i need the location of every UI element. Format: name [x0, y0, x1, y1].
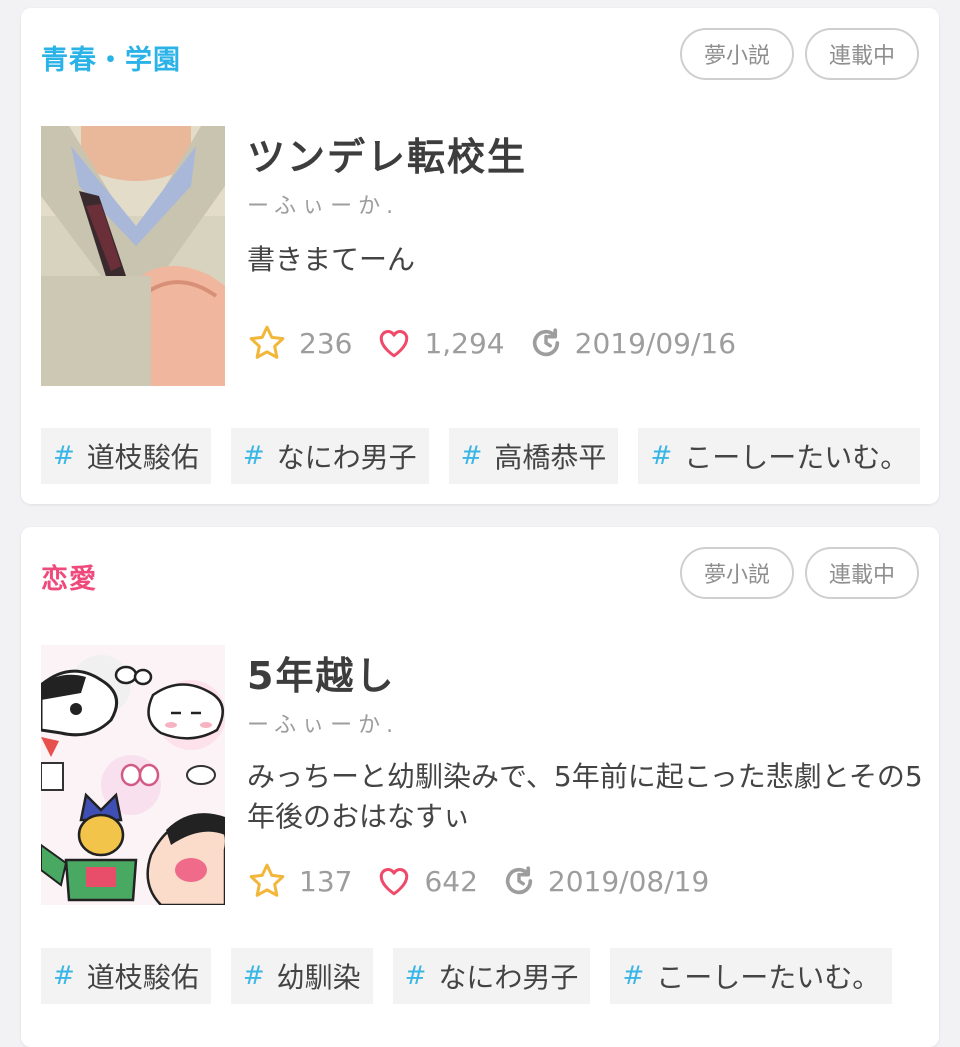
updated-date: 2019/09/16 [574, 326, 737, 360]
tag-chip[interactable]: # こーしーたいむ。 [638, 428, 921, 484]
tag-chip[interactable]: # なにわ男子 [392, 948, 591, 1004]
badge-group: 夢小説 連載中 [679, 28, 919, 80]
tag-chip[interactable]: # なにわ男子 [230, 428, 429, 484]
tag-list: # 道枝駿佑 # 幼馴染 # なにわ男子 # こーしーたいむ。 [41, 948, 893, 1004]
hash-icon: # [650, 441, 673, 471]
tag-chip[interactable]: # 高橋恭平 [448, 428, 619, 484]
star-count: 137 [299, 864, 353, 898]
star-icon [249, 863, 285, 897]
story-description: みっちーと幼馴染みで、5年前に起こった悲劇とその5年後のおはなすぃ [247, 760, 923, 833]
badge-serializing: 連載中 [804, 547, 919, 599]
like-stat: 642 [376, 863, 478, 899]
like-count: 1,294 [424, 326, 505, 360]
tag-label: こーしーたいむ。 [656, 961, 881, 994]
hash-icon: # [622, 961, 645, 991]
badge-dream-novel: 夢小説 [679, 547, 794, 599]
star-stat: 137 [247, 861, 352, 901]
story-card[interactable]: 青春・学園 夢小説 連載中 ツンデレ転校生 ーふぃーか. 書きまてーん 236 [21, 8, 939, 504]
tag-label: こーしーたいむ。 [684, 441, 909, 474]
badge-serializing: 連載中 [804, 28, 919, 80]
author-name[interactable]: ーふぃーか. [247, 707, 399, 739]
star-icon [249, 325, 285, 359]
tag-label: なにわ男子 [276, 441, 417, 474]
tag-chip[interactable]: # こーしーたいむ。 [610, 948, 893, 1004]
star-count: 236 [299, 326, 353, 360]
tag-chip[interactable]: # 道枝駿佑 [41, 948, 211, 1004]
story-title[interactable]: 5年越し [247, 645, 395, 700]
updated-stat: 2019/09/16 [529, 326, 736, 360]
clock-refresh-icon [505, 866, 533, 895]
story-description: 書きまてーん [247, 243, 416, 276]
hash-icon: # [242, 961, 265, 991]
clock-refresh-icon [532, 328, 559, 357]
heart-icon [380, 330, 409, 358]
tag-label: なにわ男子 [438, 961, 579, 994]
like-count: 642 [424, 864, 478, 898]
heart-icon [380, 868, 409, 896]
stats-row: 137 642 2019/08/19 [247, 861, 733, 901]
hash-icon: # [404, 961, 427, 991]
tag-label: 高橋恭平 [494, 441, 607, 474]
like-stat: 1,294 [376, 325, 505, 361]
hash-icon: # [53, 961, 75, 991]
tag-list: # 道枝駿佑 # なにわ男子 # 高橋恭平 # こーしーたいむ。 [41, 428, 921, 484]
star-stat: 236 [247, 323, 352, 363]
tag-label: 道枝駿佑 [86, 961, 199, 994]
author-name[interactable]: ーふぃーか. [247, 188, 399, 220]
stats-row: 236 1,294 2019/09/16 [247, 323, 760, 363]
tag-label: 道枝駿佑 [86, 441, 199, 474]
cover-image[interactable] [41, 126, 225, 386]
genre-label[interactable]: 恋愛 [41, 557, 97, 596]
hash-icon: # [242, 441, 265, 471]
tag-chip[interactable]: # 幼馴染 [230, 948, 373, 1004]
badge-dream-novel: 夢小説 [679, 28, 794, 80]
updated-stat: 2019/08/19 [502, 864, 709, 898]
badge-group: 夢小説 連載中 [679, 547, 919, 599]
tag-label: 幼馴染 [276, 961, 361, 994]
story-card[interactable]: 恋愛 夢小説 連載中 5年越し ーふぃーか. みっちーと幼馴染みで、5年前に起こ… [21, 527, 939, 1047]
tag-chip[interactable]: # 道枝駿佑 [41, 428, 211, 484]
cover-image[interactable] [41, 645, 225, 905]
hash-icon: # [460, 441, 483, 471]
story-title[interactable]: ツンデレ転校生 [247, 126, 527, 181]
genre-label[interactable]: 青春・学園 [41, 38, 181, 77]
updated-date: 2019/08/19 [547, 864, 710, 898]
hash-icon: # [53, 441, 75, 471]
